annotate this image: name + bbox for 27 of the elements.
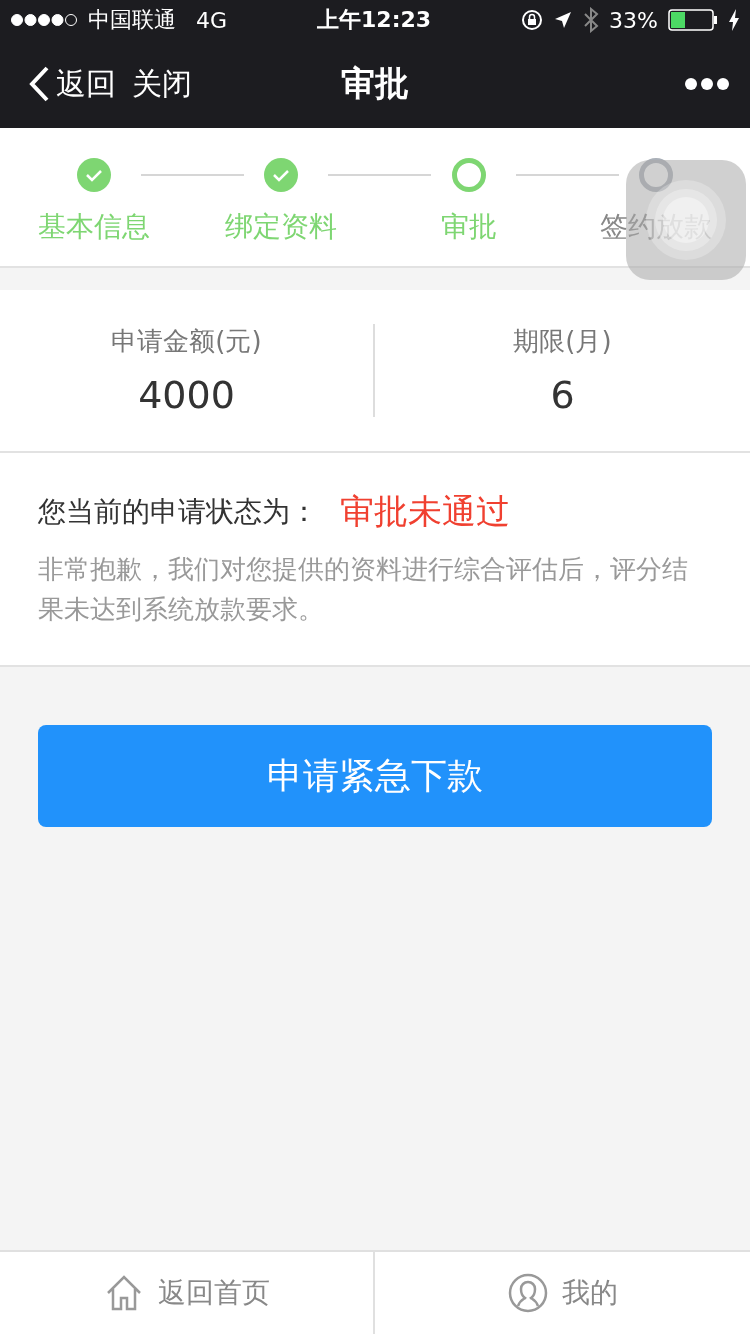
signal-icon — [10, 13, 78, 27]
battery-icon — [668, 9, 718, 31]
step-label: 基本信息 — [37, 209, 150, 245]
status-label: 您当前的申请状态为： — [38, 494, 318, 530]
rotation-lock-icon — [521, 9, 544, 31]
location-icon — [553, 10, 574, 30]
status-message: 非常抱歉，我们对您提供的资料进行综合评估后，评分结果未达到系统放款要求。 — [38, 553, 689, 626]
summary-value: 4000 — [138, 373, 235, 417]
user-icon — [507, 1273, 548, 1313]
page-title: 审批 — [341, 62, 409, 105]
step-label: 绑定资料 — [225, 209, 338, 245]
charging-icon — [728, 9, 740, 31]
network-type: 4G — [196, 7, 228, 33]
back-button[interactable]: 返回 — [20, 63, 124, 105]
carrier-name: 中国联通 — [88, 6, 176, 34]
clock-time: 上午12:23 — [317, 6, 432, 34]
urgent-loan-button[interactable]: 申请紧急下款 — [38, 725, 712, 827]
status-value: 审批未通过 — [340, 490, 510, 533]
battery-percent: 33% — [609, 7, 658, 33]
more-icon[interactable] — [684, 77, 730, 91]
chevron-left-icon — [28, 66, 50, 102]
close-button[interactable]: 关闭 — [124, 63, 200, 105]
step-label: 审批 — [440, 209, 497, 245]
summary-label: 期限(月) — [513, 325, 612, 358]
bluetooth-icon — [583, 7, 600, 33]
summary-value: 6 — [550, 373, 575, 417]
summary-label: 申请金额(元) — [111, 325, 262, 358]
